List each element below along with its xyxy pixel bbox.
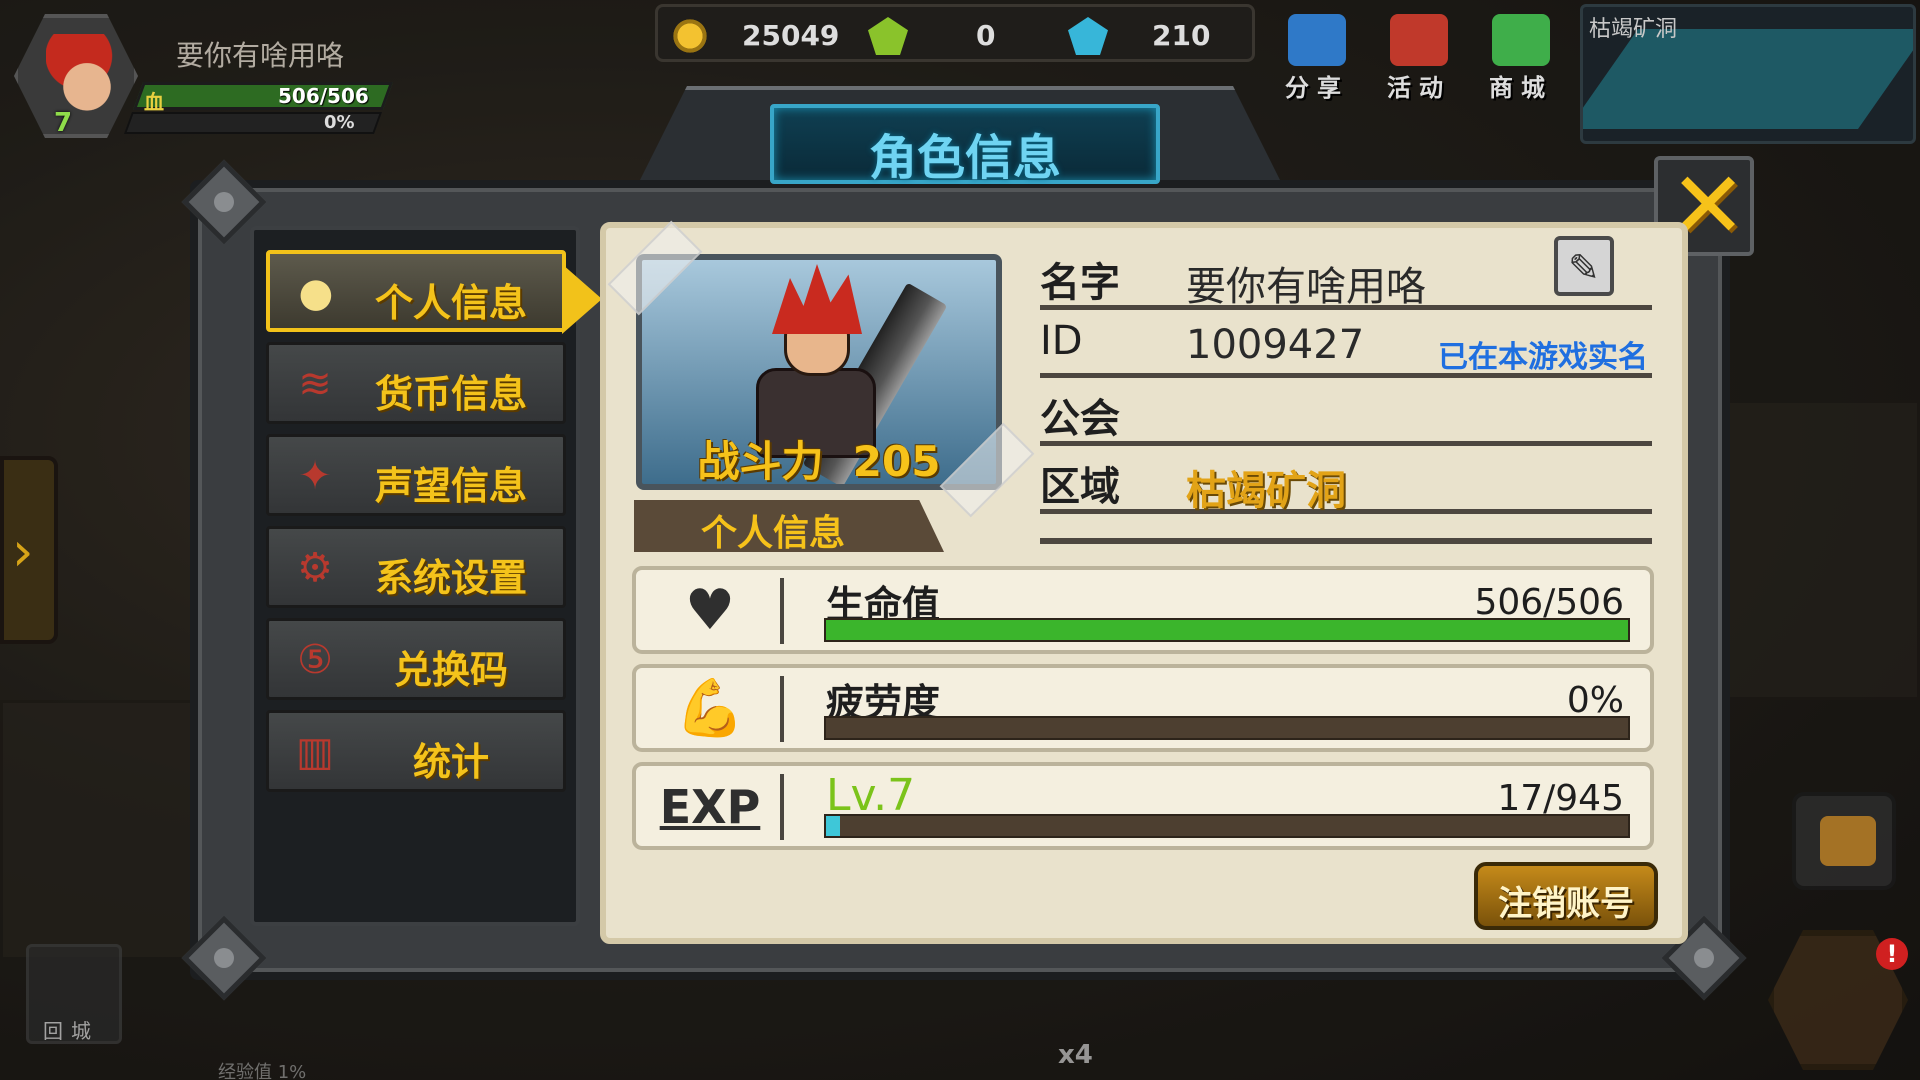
info-row-region: 区域 枯竭矿洞 bbox=[1040, 450, 1652, 514]
stat-divider bbox=[780, 578, 784, 644]
gift-icon bbox=[1390, 14, 1448, 66]
share-button[interactable]: 分享 bbox=[1272, 8, 1362, 102]
fatigue-stat: 💪 疲劳度 0% bbox=[632, 664, 1654, 752]
stat-divider bbox=[780, 774, 784, 840]
logout-button[interactable]: 注销账号 bbox=[1474, 862, 1658, 930]
bag-icon bbox=[1820, 816, 1876, 866]
pet-count: x4 bbox=[1058, 1040, 1093, 1070]
green-gem-amount: 0 bbox=[976, 19, 996, 52]
character-portrait: 战斗力 205 bbox=[636, 254, 1002, 490]
info-row-name: 名字 要你有啥用咯 ✎ bbox=[1040, 236, 1652, 310]
blue-gem-amount: 210 bbox=[1152, 19, 1211, 52]
bag-button[interactable] bbox=[1792, 792, 1896, 890]
logout-label: 注销账号 bbox=[1498, 884, 1634, 924]
events-label: 活动 bbox=[1387, 74, 1451, 102]
blue-gem-icon bbox=[1068, 17, 1108, 55]
sidebar-item-statistics[interactable]: ▥ 统计 bbox=[266, 710, 566, 792]
emblem-icon: ✦ bbox=[298, 453, 332, 499]
hp-bar bbox=[824, 618, 1630, 642]
info-sidebar: ● 个人信息 ≋ 货币信息 ✦ 声望信息 ⚙ 系统设置 ⑤ 兑换码 ▥ 统计 bbox=[250, 226, 580, 926]
sidebar-item-label: 兑换码 bbox=[393, 648, 508, 692]
events-button[interactable]: 活动 bbox=[1374, 8, 1464, 102]
lightbulb-icon: ● bbox=[298, 270, 334, 316]
sidebar-item-label: 声望信息 bbox=[374, 464, 527, 508]
coins-icon: ≋ bbox=[298, 361, 332, 407]
info-row-guild: 公会 bbox=[1040, 382, 1652, 446]
heart-icon: ♥ bbox=[684, 578, 736, 643]
green-gem-icon bbox=[868, 17, 908, 55]
hero-hair bbox=[772, 264, 862, 334]
realname-status: 已在本游戏实名 bbox=[1438, 340, 1648, 375]
stat-divider bbox=[780, 676, 784, 742]
hp-bar-fill bbox=[826, 620, 1628, 640]
exp-hint: 经验值 1% bbox=[218, 1062, 307, 1080]
hp-blood-icon: 血 bbox=[144, 90, 164, 114]
gold-amount: 25049 bbox=[742, 19, 840, 52]
sidebar-item-personal-info[interactable]: ● 个人信息 bbox=[266, 250, 566, 332]
player-name: 要你有啥用咯 bbox=[176, 39, 345, 72]
hud-fatigue-text: 0% bbox=[324, 112, 355, 133]
portrait-caption: 个人信息 bbox=[700, 513, 845, 554]
gear-icon: ⚙ bbox=[297, 545, 333, 591]
sidebar-item-label: 个人信息 bbox=[374, 281, 527, 325]
player-avatar[interactable] bbox=[14, 14, 138, 138]
exp-bar-fill bbox=[826, 816, 841, 836]
sidebar-item-label: 系统设置 bbox=[374, 556, 527, 600]
alert-badge: ! bbox=[1876, 938, 1908, 970]
combat-power: 战斗力 205 bbox=[642, 428, 996, 486]
sidebar-item-label: 统计 bbox=[412, 740, 489, 784]
player-hud[interactable]: 7 要你有啥用咯 血 506/506 0% bbox=[8, 8, 408, 148]
side-panel-toggle[interactable]: › bbox=[0, 456, 58, 644]
minimap[interactable]: 枯竭矿洞 bbox=[1580, 4, 1916, 144]
player-level: 7 bbox=[54, 108, 73, 138]
shop-button[interactable]: 商城 bbox=[1476, 8, 1566, 102]
hp-value: 506/506 bbox=[1474, 582, 1624, 623]
guild-label: 公会 bbox=[1040, 396, 1120, 442]
gold-coin-icon bbox=[670, 17, 710, 55]
info-row-id: ID 1009427 已在本游戏实名 bbox=[1040, 314, 1652, 378]
name-value: 要你有啥用咯 bbox=[1186, 264, 1426, 310]
exp-value: 17/945 bbox=[1497, 778, 1624, 819]
return-town-button[interactable]: 回城 bbox=[26, 944, 122, 1044]
share-label: 分享 bbox=[1285, 74, 1349, 102]
hp-stat: ♥ 生命值 506/506 bbox=[632, 566, 1654, 654]
stats-icon: ▥ bbox=[296, 729, 334, 775]
town-label: 回城 bbox=[43, 1019, 99, 1043]
sidebar-item-currency-info[interactable]: ≋ 货币信息 bbox=[266, 342, 566, 424]
currency-bar: 25049 0 210 bbox=[655, 4, 1255, 62]
pencil-icon: ✎ bbox=[1568, 246, 1600, 290]
sidebar-item-label: 货币信息 bbox=[374, 372, 527, 416]
sidebar-item-reputation-info[interactable]: ✦ 声望信息 bbox=[266, 434, 566, 516]
exp-bar bbox=[824, 814, 1630, 838]
muscle-icon: 💪 bbox=[675, 676, 745, 741]
chevron-right-icon: › bbox=[12, 520, 34, 583]
fatigue-bar bbox=[824, 716, 1630, 740]
share-icon bbox=[1288, 14, 1346, 66]
sidebar-item-system-settings[interactable]: ⚙ 系统设置 bbox=[266, 526, 566, 608]
id-label: ID bbox=[1040, 318, 1083, 364]
name-label: 名字 bbox=[1040, 260, 1120, 306]
dialog-title: 角色信息 bbox=[868, 130, 1061, 186]
code-icon: ⑤ bbox=[297, 637, 333, 683]
minimap-area-name: 枯竭矿洞 bbox=[1589, 17, 1678, 42]
combat-power-label: 战斗力 bbox=[697, 437, 824, 486]
exp-icon: EXP bbox=[659, 780, 761, 834]
id-value: 1009427 bbox=[1186, 322, 1365, 368]
region-label: 区域 bbox=[1040, 464, 1120, 510]
edit-name-button[interactable]: ✎ bbox=[1554, 236, 1614, 296]
sidebar-item-redeem-code[interactable]: ⑤ 兑换码 bbox=[266, 618, 566, 700]
shop-label: 商城 bbox=[1489, 74, 1553, 102]
combat-power-value: 205 bbox=[852, 437, 941, 486]
minimap-terrain bbox=[1583, 29, 1913, 129]
hud-hp-text: 506/506 bbox=[278, 84, 369, 108]
fatigue-value: 0% bbox=[1566, 680, 1624, 721]
info-separator bbox=[1040, 538, 1652, 544]
exp-stat: EXP Lv.7 17/945 bbox=[632, 762, 1654, 850]
basket-icon bbox=[1492, 14, 1550, 66]
region-value: 枯竭矿洞 bbox=[1186, 468, 1346, 514]
